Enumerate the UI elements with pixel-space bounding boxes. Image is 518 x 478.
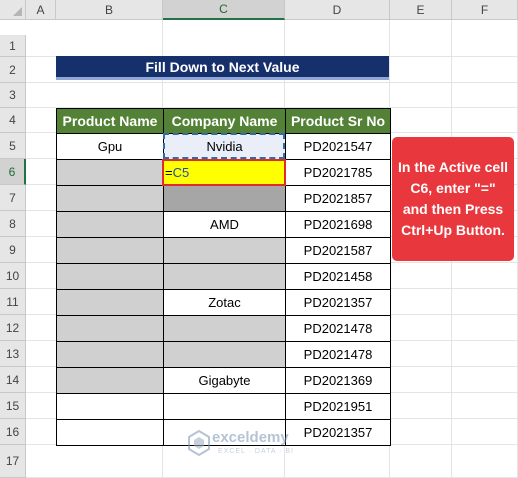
row-header-5[interactable]: 5: [0, 133, 26, 159]
table-cell[interactable]: PD2021547: [285, 133, 391, 160]
table-cell[interactable]: PD2021357: [285, 289, 391, 316]
table-cell[interactable]: [56, 159, 164, 186]
gridline: [26, 82, 518, 83]
row-header-13[interactable]: 13: [0, 341, 26, 367]
table-cell[interactable]: PD2021369: [285, 367, 391, 394]
column-header-c[interactable]: C: [163, 0, 285, 20]
table-cell[interactable]: [56, 263, 164, 290]
table-cell[interactable]: [56, 393, 164, 420]
table-cell[interactable]: [56, 419, 164, 446]
table-header: Company Name: [163, 108, 286, 134]
table-cell[interactable]: Zotac: [163, 289, 286, 316]
table-header: Product Sr No: [285, 108, 391, 134]
row-header-15[interactable]: 15: [0, 393, 26, 419]
formula-equals: =: [165, 165, 173, 180]
table-cell[interactable]: [56, 315, 164, 342]
row-header-8[interactable]: 8: [0, 211, 26, 237]
row-header-2[interactable]: 2: [0, 57, 26, 83]
table-cell[interactable]: PD2021458: [285, 263, 391, 290]
row-header-12[interactable]: 12: [0, 315, 26, 341]
row-header-16[interactable]: 16: [0, 419, 26, 445]
row-header-7[interactable]: 7: [0, 185, 26, 211]
table-cell[interactable]: AMD: [163, 211, 286, 238]
active-cell-c6[interactable]: = C5: [162, 159, 286, 186]
table-cell[interactable]: [163, 263, 286, 290]
table-cell[interactable]: [56, 237, 164, 264]
exceldemy-logo-icon: [188, 430, 210, 456]
row-header-10[interactable]: 10: [0, 263, 26, 289]
column-header-e[interactable]: E: [390, 0, 452, 20]
formula-reference: C5: [172, 165, 190, 180]
table-cell[interactable]: [163, 393, 286, 420]
table-cell[interactable]: PD2021478: [285, 341, 391, 368]
exceldemy-watermark: exceldemy EXCEL · DATA · BI: [188, 427, 338, 461]
column-header-f[interactable]: F: [452, 0, 518, 20]
sheet-title: Fill Down to Next Value: [56, 56, 389, 80]
table-header: Product Name: [56, 108, 164, 134]
column-header-a[interactable]: A: [26, 0, 56, 20]
row-header-4[interactable]: 4: [0, 108, 26, 133]
row-header-6[interactable]: 6: [0, 159, 26, 185]
table-cell[interactable]: [56, 211, 164, 238]
table-cell[interactable]: Gpu: [56, 133, 164, 160]
column-header-d[interactable]: D: [285, 0, 390, 20]
table-cell[interactable]: Nvidia: [163, 133, 286, 160]
table-cell[interactable]: [56, 185, 164, 212]
row-header-14[interactable]: 14: [0, 367, 26, 393]
table-cell[interactable]: [163, 315, 286, 342]
watermark-name: exceldemy: [212, 429, 289, 446]
table-cell[interactable]: [56, 341, 164, 368]
instruction-callout: In the Active cell C6, enter "=" and the…: [392, 137, 514, 261]
table-cell[interactable]: PD2021698: [285, 211, 391, 238]
table-cell[interactable]: PD2021478: [285, 315, 391, 342]
select-all-corner[interactable]: [0, 0, 26, 20]
table-cell[interactable]: PD2021587: [285, 237, 391, 264]
table-cell[interactable]: [56, 367, 164, 394]
table-cell[interactable]: [163, 341, 286, 368]
row-header-3[interactable]: 3: [0, 83, 26, 108]
row-header-11[interactable]: 11: [0, 289, 26, 315]
table-cell[interactable]: [163, 237, 286, 264]
table-cell[interactable]: PD2021857: [285, 185, 391, 212]
row-header-1[interactable]: 1: [0, 35, 26, 57]
column-header-b[interactable]: B: [56, 0, 163, 20]
table-cell[interactable]: PD2021785: [285, 159, 391, 186]
row-header-9[interactable]: 9: [0, 237, 26, 263]
table-cell[interactable]: PD2021951: [285, 393, 391, 420]
row-header-17[interactable]: 17: [0, 445, 26, 478]
watermark-tagline: EXCEL · DATA · BI: [218, 448, 294, 455]
table-cell[interactable]: [56, 289, 164, 316]
table-cell[interactable]: Gigabyte: [163, 367, 286, 394]
table-cell[interactable]: [163, 185, 286, 212]
